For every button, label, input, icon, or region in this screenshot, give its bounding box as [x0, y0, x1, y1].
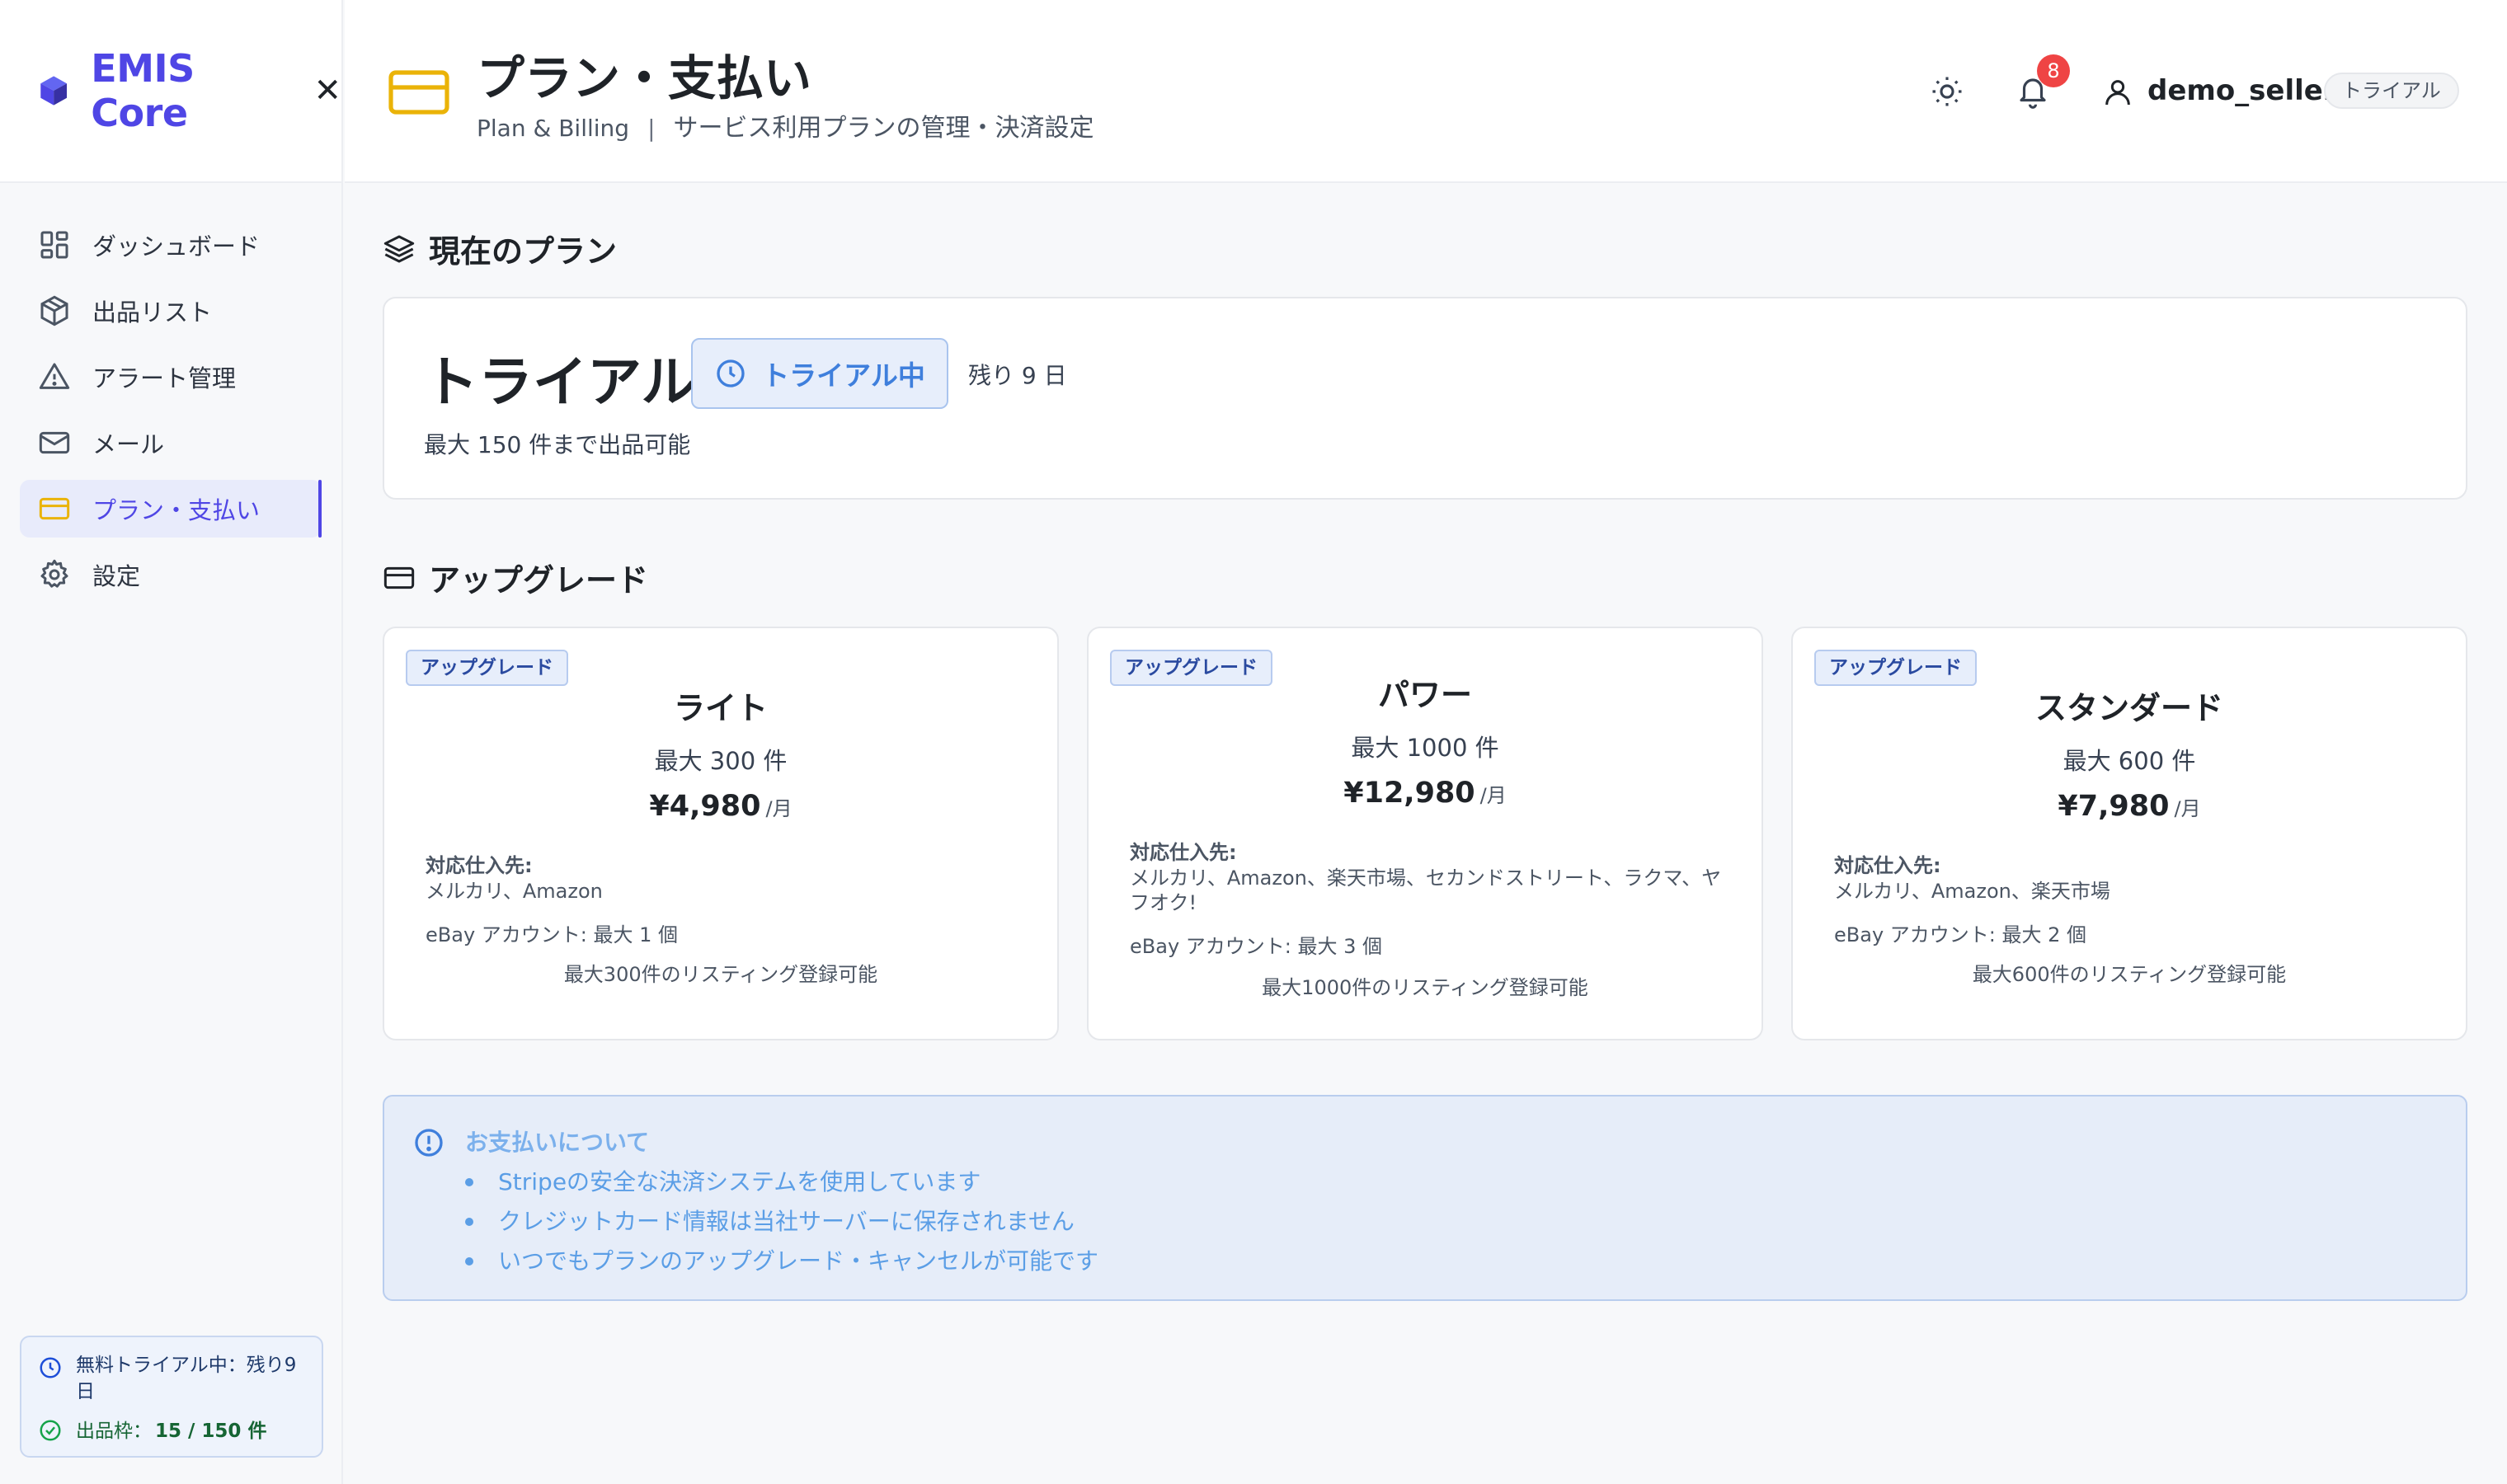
sources-label: 対応仕入先:	[426, 854, 533, 877]
plan-price-value: ¥4,980	[649, 790, 761, 823]
trial-status-row: 無料トライアル中：残り9日	[38, 1352, 305, 1405]
current-plan-name: トライアル	[424, 350, 696, 414]
upgrade-title: アップグレード	[429, 562, 649, 599]
list-item: Stripeの安全な決済システムを使用しています	[465, 1162, 1098, 1202]
plan-name: スタンダード	[2034, 690, 2223, 726]
trial-status-text: 無料トライアル中：残り9日	[76, 1355, 297, 1402]
plan-card-standard[interactable]: アップグレード スタンダード 最大 600 件 ¥7,980/月 対応仕入先: …	[1791, 627, 2467, 1040]
current-plan-heading: 現在のプラン	[383, 226, 617, 271]
payment-info-title: お支払いについて	[465, 1129, 650, 1156]
plan-registration: 最大300件のリスティング登録可能	[563, 963, 878, 986]
sidebar-item-label: 出品リスト	[92, 298, 213, 326]
upgrade-badge: アップグレード	[406, 650, 568, 686]
plan-ebay-accounts: eBay アカウント: 最大 1 個	[426, 923, 679, 946]
quota-row: 出品枠： 15 / 150 件	[38, 1415, 305, 1443]
current-plan-card: トライアル トライアル中 残り 9 日 最大 150 件まで出品可能	[383, 297, 2467, 500]
credit-card-icon	[388, 70, 449, 115]
plan-registration: 最大600件のリスティング登録可能	[1972, 963, 2287, 986]
payment-info-list: Stripeの安全な決済システムを使用しています クレジットカード情報は当社サー…	[465, 1162, 1098, 1281]
sidebar-item-listings[interactable]: 出品リスト	[20, 282, 322, 340]
plan-sources: メルカリ、Amazon、楽天市場、セカンドストリート、ラクマ、ヤフオク!	[1130, 866, 1722, 914]
clock-icon	[40, 1357, 61, 1378]
plan-name: ライト	[673, 690, 768, 726]
plan-sources: メルカリ、Amazon、楽天市場	[1834, 880, 2110, 903]
remaining-days: 残り 9 日	[968, 362, 1067, 389]
gear-icon	[40, 559, 68, 588]
plan-price: ¥7,980/月	[1793, 790, 2466, 823]
sidebar-item-label: メール	[92, 430, 165, 458]
trial-status-box: 無料トライアル中：残り9日 出品枠： 15 / 150 件	[20, 1336, 323, 1458]
theme-toggle-sun-icon[interactable]	[1930, 74, 1964, 109]
upgrade-plans: アップグレード ライト 最大 300 件 ¥4,980/月 対応仕入先: メルカ…	[383, 627, 2467, 1040]
mail-icon	[39, 431, 70, 454]
per-month: /月	[1479, 784, 1507, 807]
clock-icon	[717, 359, 745, 387]
list-item: いつでもプランのアップグレード・キャンセルが可能です	[465, 1242, 1098, 1281]
user-icon	[2105, 80, 2130, 106]
subtitle-en: Plan & Billing	[477, 115, 630, 142]
sidebar-item-dashboard[interactable]: ダッシュボード	[20, 216, 322, 274]
brand-header: EMIS Core ✕	[0, 0, 341, 183]
plan-card-power[interactable]: アップグレード パワー 最大 1000 件 ¥12,980/月 対応仕入先: メ…	[1087, 627, 1763, 1040]
sidebar-item-settings[interactable]: 設定	[20, 546, 322, 603]
warning-icon	[39, 363, 70, 389]
current-plan-title: 現在のプラン	[429, 233, 618, 270]
sidebar-item-alerts[interactable]: アラート管理	[20, 348, 322, 406]
close-sidebar-icon[interactable]: ✕	[313, 72, 341, 110]
sidebar-item-label: アラート管理	[92, 364, 237, 392]
subtitle-ja: サービス利用プランの管理・決済設定	[673, 114, 1094, 143]
notification-badge: 8	[2037, 54, 2070, 87]
page-subtitle: Plan & Billing | サービス利用プランの管理・決済設定	[477, 107, 1094, 143]
quota-label: 出品枠：	[76, 1421, 152, 1442]
list-item: クレジットカード情報は当社サーバーに保存されません	[465, 1202, 1098, 1242]
plan-price: ¥4,980/月	[384, 790, 1057, 823]
sources-label: 対応仕入先:	[1130, 841, 1237, 864]
plan-ebay-accounts: eBay アカウント: 最大 3 個	[1130, 935, 1383, 958]
grid-icon	[40, 231, 68, 259]
plan-max: 最大 300 件	[654, 747, 788, 775]
sidebar: EMIS Core ✕ ダッシュボード 出品リスト アラート管理 メール プラン…	[0, 0, 343, 1484]
page-header: プラン・支払い Plan & Billing | サービス利用プランの管理・決済設定…	[345, 0, 2507, 183]
plan-max: 最大 1000 件	[1351, 734, 1499, 762]
user-plan-tag: トライアル	[2324, 73, 2459, 109]
plan-price-value: ¥7,980	[2058, 790, 2170, 823]
sidebar-item-label: プラン・支払い	[92, 496, 261, 524]
listing-limit: 最大 150 件まで出品可能	[424, 431, 691, 458]
payment-info-box: お支払いについて Stripeの安全な決済システムを使用しています クレジットカ…	[383, 1095, 2467, 1301]
plan-sources: メルカリ、Amazon	[426, 880, 603, 903]
brand-name: EMIS Core	[91, 46, 195, 135]
upgrade-badge: アップグレード	[1814, 650, 1977, 686]
layers-icon	[383, 235, 415, 262]
per-month: /月	[2174, 797, 2201, 820]
check-circle-icon	[40, 1420, 61, 1441]
plan-max: 最大 600 件	[2063, 747, 2196, 775]
cube-logo-icon	[40, 76, 68, 106]
plan-card-light[interactable]: アップグレード ライト 最大 300 件 ¥4,980/月 対応仕入先: メルカ…	[383, 627, 1059, 1040]
plan-registration: 最大1000件のリスティング登録可能	[1262, 976, 1588, 999]
plan-ebay-accounts: eBay アカウント: 最大 2 個	[1834, 923, 2087, 946]
subtitle-separator: |	[647, 115, 656, 142]
card-icon	[383, 566, 415, 589]
sidebar-item-label: 設定	[92, 562, 141, 590]
upgrade-heading: アップグレード	[383, 555, 648, 600]
trial-status-chip: トライアル中	[691, 338, 948, 409]
plan-name: パワー	[1377, 677, 1472, 713]
sidebar-item-mail[interactable]: メール	[20, 414, 322, 472]
page-title: プラン・支払い	[477, 50, 812, 106]
username[interactable]: demo_seller	[2147, 74, 2337, 107]
sidebar-nav: ダッシュボード 出品リスト アラート管理 メール プラン・支払い 設定	[0, 183, 341, 603]
box-icon	[40, 295, 68, 326]
plan-price: ¥12,980/月	[1089, 777, 1761, 810]
quota-value: 15 / 150 件	[155, 1421, 267, 1442]
card-icon	[39, 497, 70, 520]
sidebar-item-plan-billing[interactable]: プラン・支払い	[20, 480, 322, 538]
sources-label: 対応仕入先:	[1834, 854, 1941, 877]
info-circle-icon	[415, 1129, 443, 1157]
plan-price-value: ¥12,980	[1343, 777, 1475, 810]
trial-chip-label: トライアル中	[762, 359, 925, 392]
per-month: /月	[765, 797, 793, 820]
sidebar-item-label: ダッシュボード	[92, 232, 261, 261]
